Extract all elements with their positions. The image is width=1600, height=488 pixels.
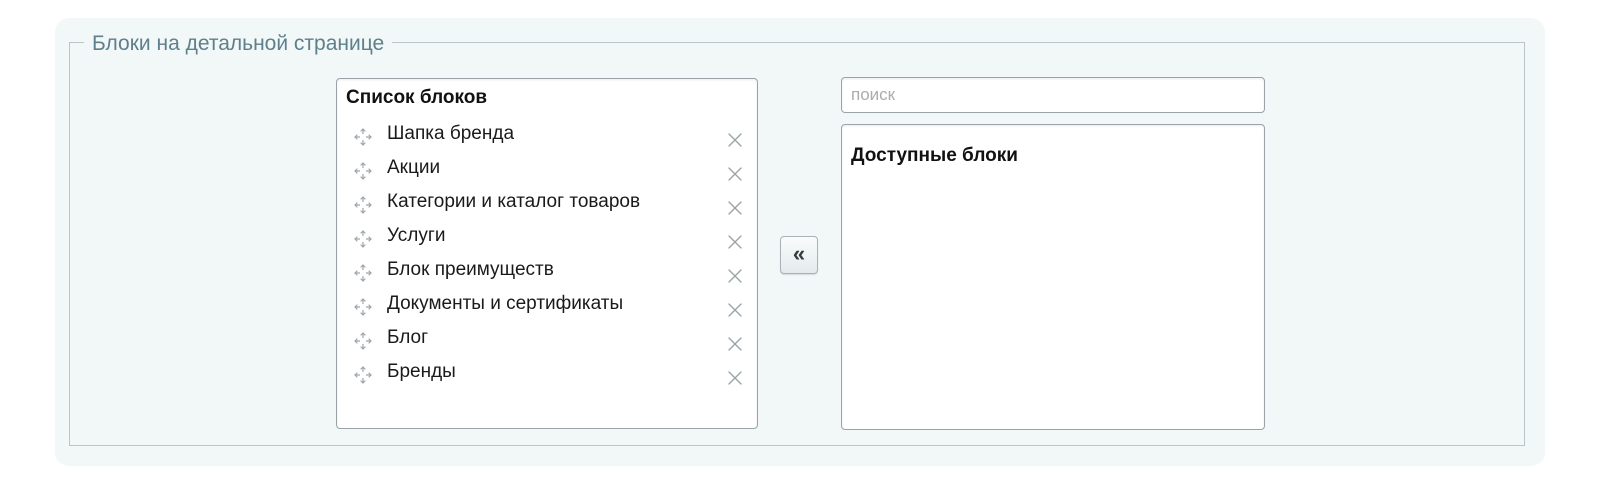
remove-icon[interactable] <box>727 296 743 317</box>
block-list-item-label: Шапка бренда <box>387 123 515 144</box>
drag-move-icon[interactable] <box>353 329 373 350</box>
available-blocks-box: Доступные блоки <box>841 124 1265 430</box>
remove-icon[interactable] <box>727 330 743 351</box>
block-list-item-label: Блок преимуществ <box>387 259 554 280</box>
block-list-item-label: Блог <box>387 327 429 348</box>
remove-icon[interactable] <box>727 160 743 181</box>
block-list-item[interactable]: Бренды <box>337 355 757 389</box>
block-list-item-label: Документы и сертификаты <box>387 293 624 314</box>
search-input[interactable] <box>841 77 1265 113</box>
drag-move-icon[interactable] <box>353 261 373 282</box>
drag-move-icon[interactable] <box>353 159 373 180</box>
block-list: Шапка бренда Акции Категории и каталог тов… <box>337 117 757 389</box>
block-list-item-label: Бренды <box>387 361 456 382</box>
remove-icon[interactable] <box>727 194 743 215</box>
block-list-item-label: Услуги <box>387 225 446 246</box>
remove-icon[interactable] <box>727 126 743 147</box>
remove-icon[interactable] <box>727 262 743 283</box>
block-list-item[interactable]: Услуги <box>337 219 757 253</box>
drag-move-icon[interactable] <box>353 193 373 214</box>
drag-move-icon[interactable] <box>353 363 373 384</box>
remove-icon[interactable] <box>727 364 743 385</box>
move-to-list-button[interactable]: « <box>780 236 818 274</box>
block-list-item-label: Акции <box>387 157 441 178</box>
drag-move-icon[interactable] <box>353 295 373 316</box>
drag-move-icon[interactable] <box>353 227 373 248</box>
drag-move-icon[interactable] <box>353 125 373 146</box>
block-list-item[interactable]: Блок преимуществ <box>337 253 757 287</box>
block-list-box: Список блоков Шапка бренда Акции Категории… <box>336 78 758 429</box>
block-list-item[interactable]: Категории и каталог товаров <box>337 185 757 219</box>
block-list-item[interactable]: Блог <box>337 321 757 355</box>
block-list-title: Список блоков <box>346 87 488 108</box>
block-list-item[interactable]: Шапка бренда <box>337 117 757 151</box>
block-list-item-label: Категории и каталог товаров <box>387 191 641 212</box>
remove-icon[interactable] <box>727 228 743 249</box>
block-list-item[interactable]: Акции <box>337 151 757 185</box>
fieldset-legend: Блоки на детальной странице <box>84 31 393 57</box>
available-blocks-title: Доступные блоки <box>851 145 1018 166</box>
block-list-item[interactable]: Документы и сертификаты <box>337 287 757 321</box>
